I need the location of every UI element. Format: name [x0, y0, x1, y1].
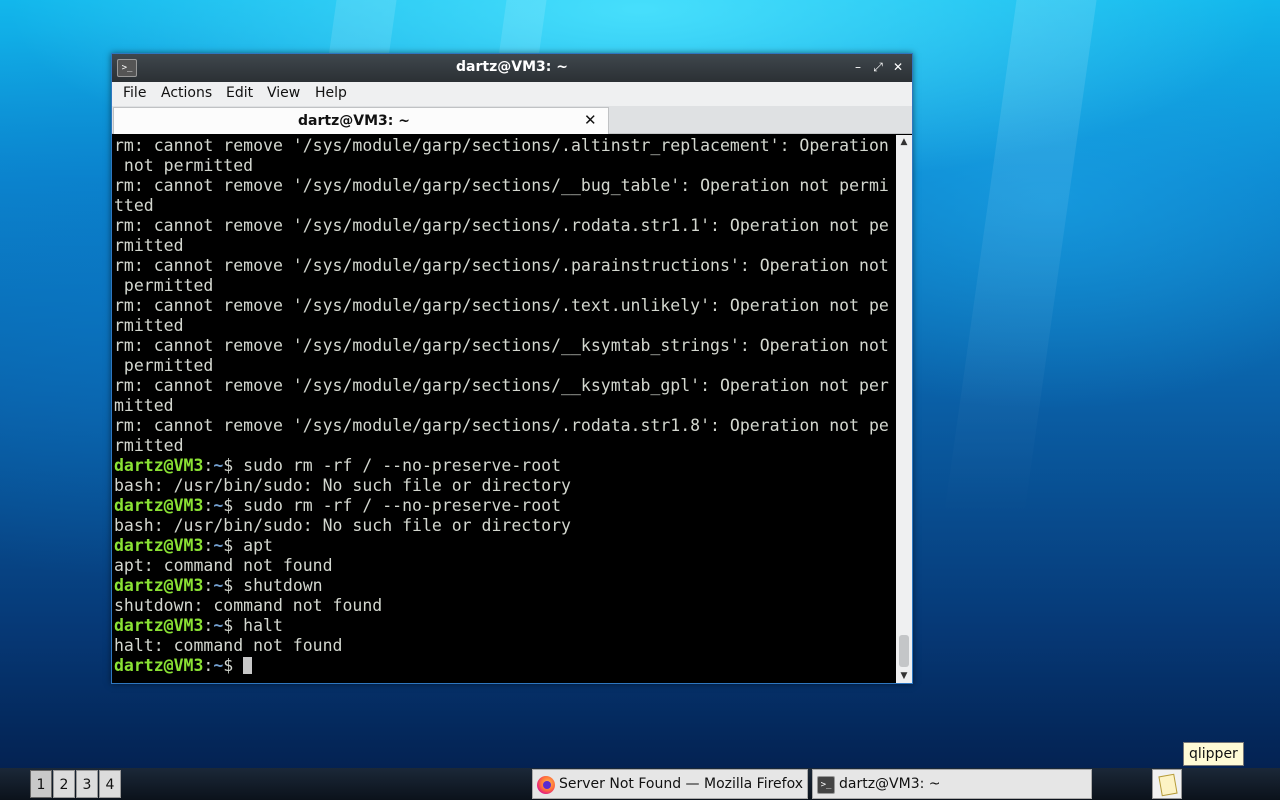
tab-bar: dartz@VM3: ~ ✕ — [112, 106, 912, 134]
taskbar-item-label: dartz@VM3: ~ — [839, 776, 941, 792]
prompt-separator: : — [203, 456, 214, 475]
prompt-path: ~ — [213, 456, 224, 475]
menu-actions[interactable]: Actions — [161, 85, 212, 101]
prompt-separator: : — [203, 616, 214, 635]
workspace-1-button[interactable]: 1 — [30, 770, 52, 798]
workspace-3-button[interactable]: 3 — [76, 770, 98, 798]
prompt-path: ~ — [213, 656, 224, 675]
scrollbar-thumb[interactable] — [899, 635, 909, 667]
terminal-prompt-line: dartz@VM3:~$ — [114, 656, 896, 676]
terminal-prompt-line: dartz@VM3:~$ sudo rm -rf / --no-preserve… — [114, 456, 896, 476]
prompt-path: ~ — [213, 576, 224, 595]
taskbar-item-terminal[interactable]: >_ dartz@VM3: ~ — [812, 769, 1092, 799]
menu-help[interactable]: Help — [315, 85, 347, 101]
menu-view[interactable]: View — [267, 85, 300, 101]
prompt-separator: : — [203, 656, 214, 675]
workspace-2-button[interactable]: 2 — [53, 770, 75, 798]
tray-tooltip: qlipper — [1183, 742, 1244, 766]
prompt-command: $ sudo rm -rf / --no-preserve-root — [223, 496, 562, 515]
terminal-output-line: rm: cannot remove '/sys/module/garp/sect… — [114, 336, 889, 355]
tab-terminal[interactable]: dartz@VM3: ~ ✕ — [113, 107, 609, 134]
terminal-output-line: permitted — [114, 356, 214, 375]
prompt-user: dartz@VM3 — [114, 456, 204, 475]
terminal-output-line: tted — [114, 196, 154, 215]
prompt-command: $ shutdown — [223, 576, 323, 595]
terminal-output-line: not permitted — [114, 156, 254, 175]
terminal-output-line: rm: cannot remove '/sys/module/garp/sect… — [114, 216, 889, 235]
prompt-path: ~ — [213, 536, 224, 555]
terminal-output[interactable]: rm: cannot remove '/sys/module/garp/sect… — [112, 135, 896, 683]
tab-label: dartz@VM3: ~ — [298, 113, 410, 129]
taskbar: 1 2 3 4 Server Not Found — Mozilla Firef… — [0, 768, 1280, 800]
prompt-command: $ halt — [223, 616, 283, 635]
close-icon[interactable]: ✕ — [890, 59, 906, 75]
firefox-icon — [537, 776, 555, 794]
clipboard-icon[interactable] — [1152, 769, 1182, 799]
terminal-cursor[interactable] — [243, 657, 253, 674]
terminal-output-line: permitted — [114, 276, 214, 295]
window-title: dartz@VM3: ~ — [456, 59, 568, 75]
wallpaper-light-ray — [943, 0, 1097, 520]
terminal-prompt-line: dartz@VM3:~$ shutdown — [114, 576, 896, 596]
menu-bar: File Actions Edit View Help — [112, 82, 912, 106]
maximize-icon[interactable]: ⤢ — [870, 59, 886, 75]
terminal-output-line: rmitted — [114, 236, 184, 255]
prompt-user: dartz@VM3 — [114, 496, 204, 515]
terminal-output-line: rm: cannot remove '/sys/module/garp/sect… — [114, 416, 889, 435]
terminal-output-line: rm: cannot remove '/sys/module/garp/sect… — [114, 176, 889, 195]
prompt-separator: : — [203, 576, 214, 595]
terminal-output-line: bash: /usr/bin/sudo: No such file or dir… — [114, 476, 571, 495]
scroll-up-icon[interactable]: ▲ — [896, 135, 912, 149]
terminal-prompt-line: dartz@VM3:~$ halt — [114, 616, 896, 636]
taskbar-item-firefox[interactable]: Server Not Found — Mozilla Firefox — [532, 769, 808, 799]
terminal-prompt-line: dartz@VM3:~$ sudo rm -rf / --no-preserve… — [114, 496, 896, 516]
terminal-output-line: rm: cannot remove '/sys/module/garp/sect… — [114, 296, 889, 315]
terminal-output-line: bash: /usr/bin/sudo: No such file or dir… — [114, 516, 571, 535]
prompt-command: $ apt — [223, 536, 273, 555]
prompt-separator: : — [203, 536, 214, 555]
prompt-user: dartz@VM3 — [114, 616, 204, 635]
terminal-output-line: mitted — [114, 396, 174, 415]
prompt-path: ~ — [213, 496, 224, 515]
prompt-command: $ — [223, 656, 244, 675]
terminal-output-line: shutdown: command not found — [114, 596, 383, 615]
prompt-user: dartz@VM3 — [114, 576, 204, 595]
terminal-output-line: rmitted — [114, 316, 184, 335]
prompt-path: ~ — [213, 616, 224, 635]
window-titlebar[interactable]: >_ dartz@VM3: ~ – ⤢ ✕ — [112, 54, 912, 82]
terminal-output-line: rmitted — [114, 436, 184, 455]
terminal-output-line: rm: cannot remove '/sys/module/garp/sect… — [114, 256, 889, 275]
prompt-user: dartz@VM3 — [114, 536, 204, 555]
minimize-icon[interactable]: – — [850, 59, 866, 75]
tab-close-icon[interactable]: ✕ — [584, 111, 597, 129]
prompt-user: dartz@VM3 — [114, 656, 204, 675]
terminal-window[interactable]: >_ dartz@VM3: ~ – ⤢ ✕ File Actions Edit … — [111, 53, 913, 684]
terminal-output-line: rm: cannot remove '/sys/module/garp/sect… — [114, 376, 889, 395]
scroll-down-icon[interactable]: ▼ — [896, 669, 912, 683]
prompt-command: $ sudo rm -rf / --no-preserve-root — [223, 456, 562, 475]
prompt-separator: : — [203, 496, 214, 515]
menu-edit[interactable]: Edit — [226, 85, 253, 101]
terminal-icon: >_ — [817, 776, 835, 794]
menu-file[interactable]: File — [123, 85, 146, 101]
scrollbar[interactable]: ▲ ▼ — [896, 135, 912, 683]
terminal-prompt-line: dartz@VM3:~$ apt — [114, 536, 896, 556]
terminal-output-line: apt: command not found — [114, 556, 333, 575]
terminal-output-line: halt: command not found — [114, 636, 343, 655]
workspace-4-button[interactable]: 4 — [99, 770, 121, 798]
terminal-output-line: rm: cannot remove '/sys/module/garp/sect… — [114, 136, 889, 155]
taskbar-item-label: Server Not Found — Mozilla Firefox — [559, 776, 804, 792]
